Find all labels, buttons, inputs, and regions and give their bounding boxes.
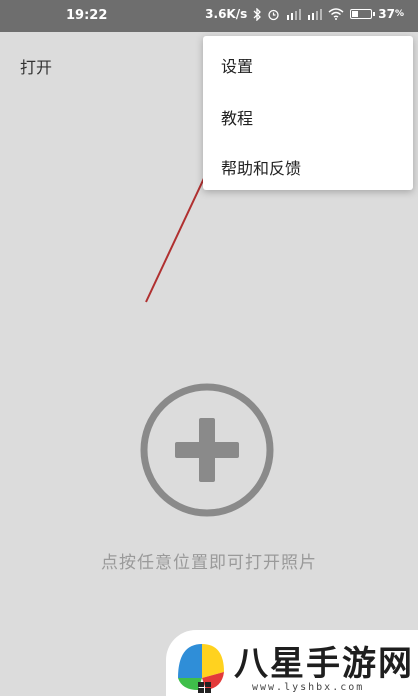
watermark-url: www.lyshbx.com <box>252 682 365 693</box>
menu-item-settings[interactable]: 设置 <box>221 53 253 77</box>
add-circle-icon <box>140 383 274 517</box>
overflow-menu: 设置 教程 帮助和反馈 <box>203 36 413 190</box>
menu-item-tutorial[interactable]: 教程 <box>221 105 253 129</box>
add-photo-button[interactable] <box>139 382 275 518</box>
menu-item-help-feedback[interactable]: 帮助和反馈 <box>221 155 301 179</box>
site-logo-icon <box>178 644 224 693</box>
empty-state-hint: 点按任意位置即可打开照片 <box>101 553 317 573</box>
site-watermark: 八星手游网 www.lyshbx.com <box>166 630 418 696</box>
watermark-title: 八星手游网 <box>234 644 414 684</box>
